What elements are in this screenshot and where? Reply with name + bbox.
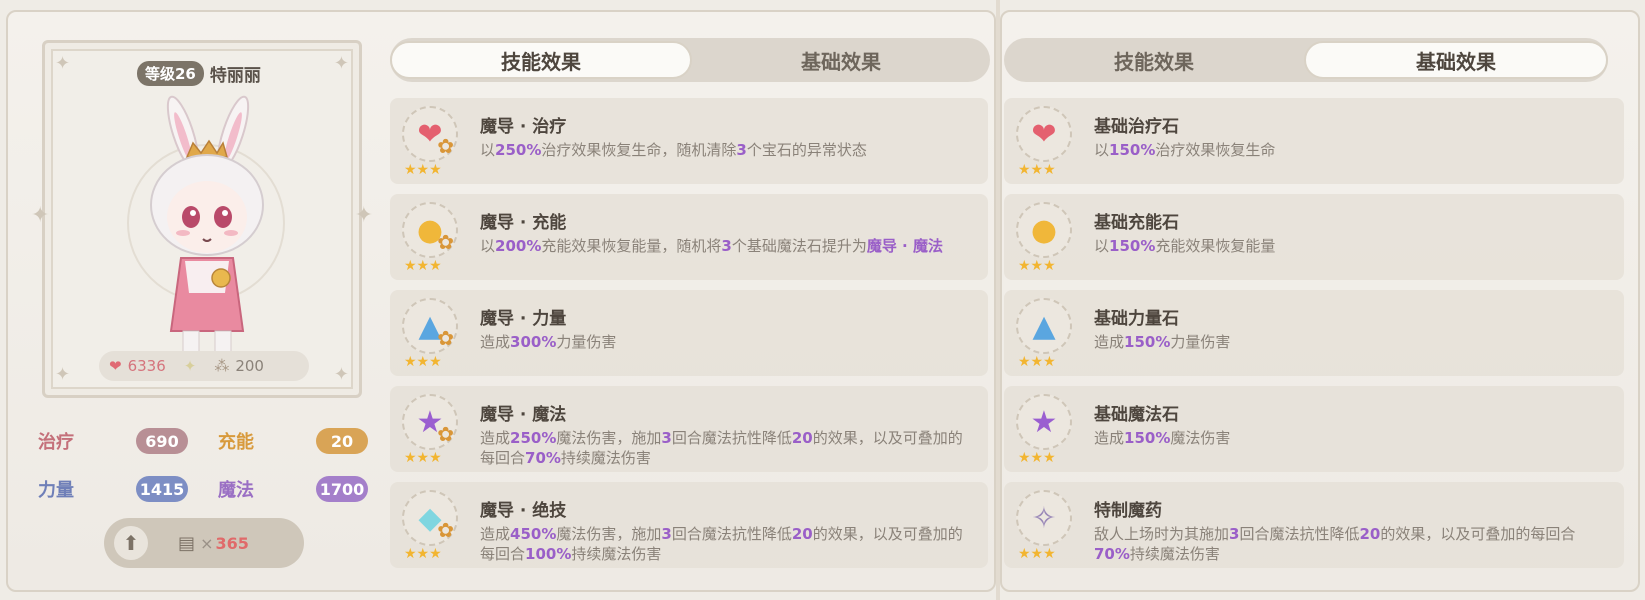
row-description: 造成150%魔法伤害 (1094, 429, 1231, 447)
row-title: 魔导 · 魔法 (480, 405, 567, 425)
row-title: 基础充能石 (1094, 213, 1179, 233)
tab-skill-effect[interactable]: 技能效果 (390, 41, 692, 79)
attr-magic-label: 魔法 (218, 480, 254, 501)
cost-amount: 365 (215, 533, 249, 553)
star-rating: ★★★ (1018, 450, 1056, 466)
upgrade-cost-bar: ⬆ ▤ × 365 (104, 518, 304, 568)
sparkle-icon: ✦ (354, 203, 373, 228)
base-effect-row[interactable]: ● ★★★ 基础充能石以150%充能效果恢复能量 (1004, 194, 1624, 280)
row-description: 造成450%魔法伤害，施加3回合魔法抗性降低20的效果，以及可叠加的每回合100… (480, 525, 963, 563)
row-title: 魔导 · 力量 (480, 309, 567, 329)
row-title: 特制魔药 (1094, 501, 1162, 521)
book-icon: ▤ (178, 532, 196, 554)
cost-display: ▤ × 365 (178, 533, 249, 554)
row-title: 基础治疗石 (1094, 117, 1179, 137)
sparkle-icon: ✦ (31, 203, 50, 228)
row-description: 以150%治疗效果恢复生命 (1094, 141, 1276, 159)
star-rating: ★★★ (1018, 162, 1056, 178)
attr-charge-label: 充能 (218, 432, 254, 453)
energy-stone-icon: ● (1016, 202, 1072, 258)
skill-row[interactable]: ◆ ✿ ★★★ 魔导 · 绝技造成450%魔法伤害，施加3回合魔法抗性降低20的效果，… (390, 482, 988, 568)
hp-value: 6336 (127, 357, 166, 375)
flower-badge-icon: ✿ (437, 422, 454, 446)
row-description: 造成250%魔法伤害，施加3回合魔法抗性降低20的效果，以及可叠加的每回合70%… (480, 429, 963, 467)
sparkle-icon: ✦ (183, 357, 197, 375)
potion-icon: ✧ (1016, 490, 1072, 546)
level-badge: 等级26 (137, 61, 204, 86)
skill-row[interactable]: ▲ ✿ ★★★ 魔导 · 力量造成300%力量伤害 (390, 290, 988, 376)
row-title: 魔导 · 充能 (480, 213, 567, 233)
row-description: 以150%充能效果恢复能量 (1094, 237, 1276, 255)
row-title: 基础魔法石 (1094, 405, 1179, 425)
row-description: 以250%治疗效果恢复生命，随机清除3个宝石的异常状态 (480, 141, 867, 159)
sparkle-icon: ✦ (333, 53, 349, 74)
character-stat-pill: ❤ 6336 ✦ ⁂ 200 (99, 351, 309, 381)
flower-badge-icon: ✿ (437, 230, 454, 254)
base-effect-row[interactable]: ❤ ★★★ 基础治疗石以150%治疗效果恢复生命 (1004, 98, 1624, 184)
attr-power-label: 力量 (38, 480, 74, 501)
row-description: 敌人上场时为其施加3回合魔法抗性降低20的效果，以及可叠加的每回合70%持续魔法… (1094, 525, 1576, 563)
flower-badge-icon: ✿ (437, 326, 454, 350)
character-card: ✦ ✦ ✦ ✦ ✦ ✦ 等级26 特丽丽 ❤ 6336 ✦ ⁂ 200 (31, 40, 373, 398)
flower-badge-icon: ✿ (437, 518, 454, 542)
star-rating: ★★★ (404, 258, 442, 274)
star-rating: ★★★ (1018, 258, 1056, 274)
star-rating: ★★★ (1018, 354, 1056, 370)
left-tabbar: 技能效果 基础效果 (390, 38, 990, 82)
row-title: 魔导 · 治疗 (480, 117, 567, 137)
magic-gem-icon: ★ ✿ (402, 394, 458, 450)
skill-row[interactable]: ★ ✿ ★★★ 魔导 · 魔法造成250%魔法伤害，施加3回合魔法抗性降低20的效果，… (390, 386, 988, 472)
heart-gem-icon: ❤ ✿ (402, 106, 458, 162)
attr-power-value: 1415 (136, 476, 188, 502)
power-gem-icon: ▲ ✿ (402, 298, 458, 354)
upgrade-button[interactable]: ⬆ (114, 526, 148, 560)
gem-power-value: 200 (235, 357, 264, 375)
skill-row[interactable]: ● ✿ ★★★ 魔导 · 充能以200%充能效果恢复能量，随机将3个基础魔法石提升为魔… (390, 194, 988, 280)
heart-icon: ❤ (109, 357, 122, 375)
heart-stone-icon: ❤ (1016, 106, 1072, 162)
gem-cluster-icon: ⁂ (214, 357, 230, 375)
star-rating: ★★★ (404, 354, 442, 370)
magic-stone-icon: ★ (1016, 394, 1072, 450)
star-rating: ★★★ (404, 162, 442, 178)
attr-heal-label: 治疗 (38, 432, 74, 453)
cost-multiplier: × (200, 533, 214, 553)
base-effect-row[interactable]: ▲ ★★★ 基础力量石造成150%力量伤害 (1004, 290, 1624, 376)
attr-magic-value: 1700 (316, 476, 368, 502)
star-rating: ★★★ (1018, 546, 1056, 562)
right-tabbar: 技能效果 基础效果 (1004, 38, 1608, 82)
row-title: 基础力量石 (1094, 309, 1179, 329)
level-row: 等级26 特丽丽 (137, 61, 261, 86)
flower-badge-icon: ✿ (437, 134, 454, 158)
tab-skill-effect[interactable]: 技能效果 (1004, 41, 1304, 79)
attr-charge-value: 20 (316, 428, 368, 454)
star-rating: ★★★ (404, 546, 442, 562)
power-stone-icon: ▲ (1016, 298, 1072, 354)
character-portrait[interactable] (121, 93, 291, 383)
tab-base-effect[interactable]: 基础效果 (692, 41, 990, 79)
sparkle-icon: ✦ (55, 364, 71, 385)
skill-row[interactable]: ❤ ✿ ★★★ 魔导 · 治疗以250%治疗效果恢复生命，随机清除3个宝石的异常状态 (390, 98, 988, 184)
tab-base-effect[interactable]: 基础效果 (1304, 41, 1608, 79)
row-description: 造成300%力量伤害 (480, 333, 617, 351)
row-title: 魔导 · 绝技 (480, 501, 567, 521)
sparkle-icon: ✦ (55, 53, 71, 74)
attr-heal-value: 690 (136, 428, 188, 454)
energy-gem-icon: ● ✿ (402, 202, 458, 258)
character-name: 特丽丽 (209, 66, 261, 86)
row-description: 以200%充能效果恢复能量，随机将3个基础魔法石提升为魔导 · 魔法 (480, 237, 943, 255)
game-frame: ✦ ✦ ✦ ✦ ✦ ✦ 等级26 特丽丽 ❤ 6336 ✦ ⁂ 200 治疗 6… (0, 0, 1645, 600)
base-effect-row[interactable]: ✧ ★★★ 特制魔药敌人上场时为其施加3回合魔法抗性降低20的效果，以及可叠加的每回… (1004, 482, 1624, 568)
star-rating: ★★★ (404, 450, 442, 466)
row-description: 造成150%力量伤害 (1094, 333, 1231, 351)
diamond-gem-icon: ◆ ✿ (402, 490, 458, 546)
base-effect-row[interactable]: ★ ★★★ 基础魔法石造成150%魔法伤害 (1004, 386, 1624, 472)
sparkle-icon: ✦ (333, 364, 349, 385)
